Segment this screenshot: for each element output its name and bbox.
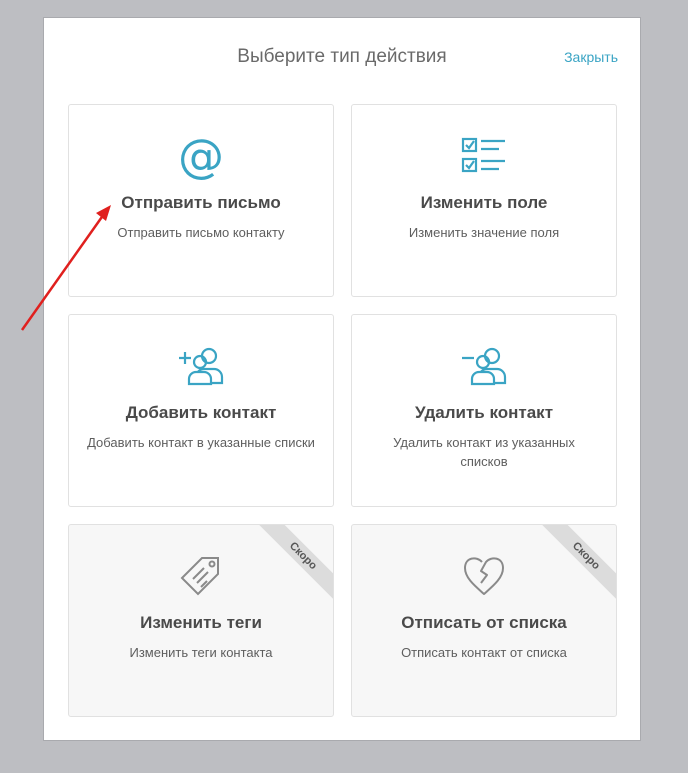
card-remove-contact[interactable]: Удалить контакт Удалить контакт из указа… <box>351 314 617 507</box>
card-send-email[interactable]: @ Отправить письмо Отправить письмо конт… <box>68 104 334 297</box>
card-title: Изменить поле <box>420 193 548 212</box>
soon-ribbon: Скоро <box>243 525 333 615</box>
card-unsubscribe: Скоро Отписать от списка Отписать контак… <box>351 524 617 717</box>
add-user-icon <box>176 343 226 389</box>
card-description: Удалить контакт из указанных списков <box>393 435 575 469</box>
card-description: Изменить теги контакта <box>129 645 273 660</box>
close-button[interactable]: Закрыть <box>564 49 618 65</box>
card-title: Отписать от списка <box>401 613 567 632</box>
card-description: Изменить значение поля <box>408 225 560 240</box>
tag-icon <box>176 553 226 599</box>
remove-user-icon <box>459 343 509 389</box>
card-title: Отправить письмо <box>121 193 281 212</box>
soon-badge: Скоро <box>254 525 333 605</box>
card-title: Удалить контакт <box>414 403 554 422</box>
broken-heart-icon <box>459 553 509 599</box>
soon-ribbon: Скоро <box>526 525 616 615</box>
card-description: Отписать контакт от списка <box>401 645 567 660</box>
checklist-icon <box>459 133 509 179</box>
modal-title: Выберите тип действия <box>237 46 447 67</box>
card-change-field[interactable]: Изменить поле Изменить значение поля <box>351 104 617 297</box>
at-icon: @ <box>178 129 224 183</box>
card-add-contact[interactable]: Добавить контакт Добавить контакт в указ… <box>68 314 334 507</box>
card-change-tags: Скоро Изменить теги Изменить теги контак… <box>68 524 334 717</box>
card-title: Добавить контакт <box>125 403 277 422</box>
action-type-modal: Выберите тип действия Закрыть @ Отправит… <box>43 17 641 741</box>
card-description: Добавить контакт в указанные списки <box>87 435 315 450</box>
card-title: Изменить теги <box>140 613 262 632</box>
card-description: Отправить письмо контакту <box>117 225 285 240</box>
soon-badge: Скоро <box>537 525 616 605</box>
